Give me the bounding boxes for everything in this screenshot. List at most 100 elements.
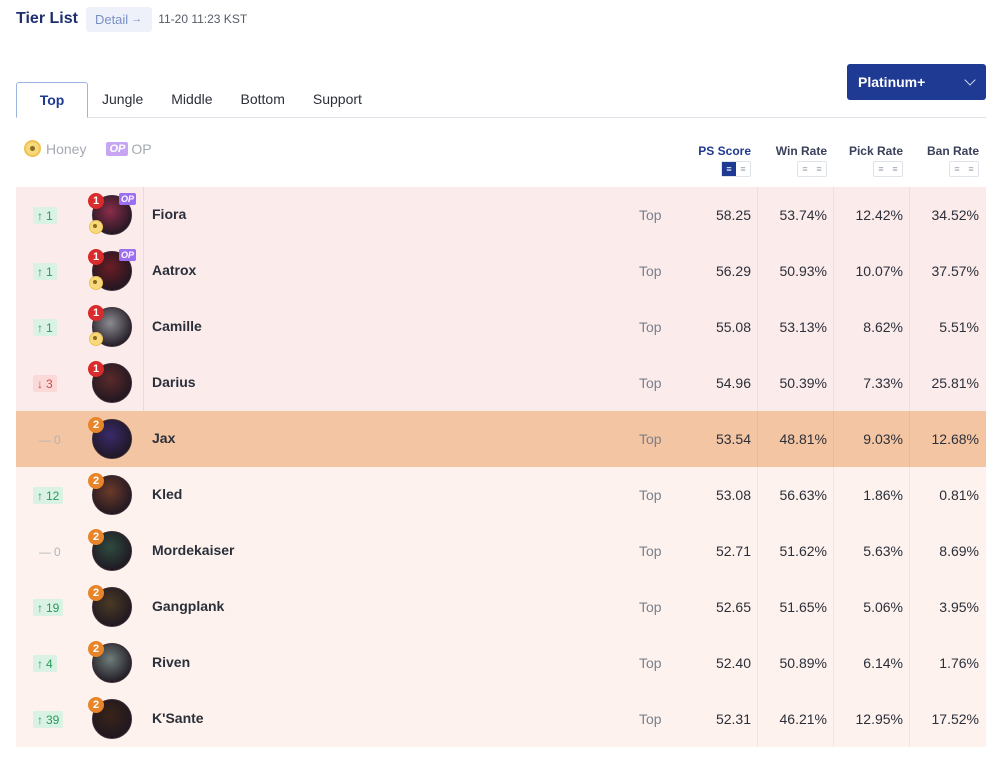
- pick-rate-value: 8.62%: [863, 319, 903, 335]
- op-badge-icon: OP: [119, 193, 137, 205]
- rank-change-value: 12: [46, 488, 60, 503]
- rank-change-arrow-icon: ↑: [37, 712, 43, 727]
- rank-change-badge: ↓ 3: [33, 375, 57, 392]
- op-badge-icon: OP: [106, 141, 129, 156]
- rank-change-badge: ↑ 1: [33, 263, 57, 280]
- champion-row[interactable]: ↑ 39 2 K'Sante Top 52.31 46.21% 12.95% 17.52%: [16, 691, 986, 747]
- win-rate-value: 46.21%: [779, 711, 827, 727]
- champion-row[interactable]: ↑ 1 1 OP Fiora Top 58.25 53.74% 12.42% 34.52%: [16, 187, 986, 243]
- tab-middle[interactable]: Middle: [157, 82, 226, 117]
- rank-change-badge: ↑ 1: [33, 319, 57, 336]
- champion-name[interactable]: Mordekaiser: [152, 542, 234, 558]
- pick-rate-header[interactable]: Pick Rate ≡ ≡: [845, 144, 903, 177]
- champion-name[interactable]: Kled: [152, 486, 182, 502]
- page-title: Tier List: [16, 10, 78, 27]
- tier-badge: 2: [88, 417, 104, 433]
- champion-name[interactable]: K'Sante: [152, 710, 204, 726]
- pick-rate-value: 5.06%: [863, 599, 903, 615]
- op-legend-label: OP: [131, 140, 152, 157]
- champion-name[interactable]: Camille: [152, 318, 202, 334]
- win-rate-value: 53.13%: [779, 319, 827, 335]
- ps-score-header[interactable]: PS Score ≡ ≡: [696, 144, 751, 177]
- champion-name[interactable]: Fiora: [152, 206, 186, 222]
- rank-change-value: 39: [46, 712, 60, 727]
- rank-change-value: 0: [54, 544, 61, 559]
- detail-label: Detail: [94, 11, 129, 27]
- pick-rate-value: 5.63%: [863, 543, 903, 559]
- champion-row[interactable]: ↓ 3 1 Darius Top 54.96 50.39% 7.33% 25.81%: [16, 355, 986, 411]
- tier-badge: 2: [88, 697, 104, 713]
- rank-change-value: 0: [54, 432, 61, 447]
- pick-rate-value: 1.86%: [863, 487, 903, 503]
- champion-row[interactable]: ↑ 4 2 Riven Top 52.40 50.89% 6.14% 1.76%: [16, 635, 986, 691]
- sort-asc-icon: ≡: [968, 164, 974, 174]
- champion-name[interactable]: Aatrox: [152, 262, 196, 278]
- legend: Honey OP OP: [24, 140, 152, 157]
- win-rate-value: 50.89%: [779, 655, 827, 671]
- champion-role: Top: [639, 375, 662, 391]
- sort-toggle[interactable]: ≡ ≡: [797, 161, 827, 177]
- champion-name[interactable]: Gangplank: [152, 598, 224, 614]
- pick-rate-value: 10.07%: [855, 263, 903, 279]
- ps-score-value: 53.54: [715, 431, 751, 447]
- rank-change-arrow-icon: —: [39, 544, 51, 559]
- ban-rate-header[interactable]: Ban Rate ≡ ≡: [921, 144, 979, 177]
- ps-score-value: 55.08: [715, 319, 751, 335]
- honey-legend-label: Honey: [46, 140, 87, 157]
- rank-change-arrow-icon: ↓: [37, 376, 43, 391]
- champion-role: Top: [639, 207, 662, 223]
- champion-role: Top: [639, 655, 662, 671]
- champion-row[interactable]: ↑ 12 2 Kled Top 53.08 56.63% 1.86% 0.81%: [16, 467, 986, 523]
- update-timestamp: 11-20 11:23 KST: [158, 12, 248, 26]
- champion-name[interactable]: Riven: [152, 654, 190, 670]
- honey-icon: [89, 220, 103, 234]
- arrow-right-icon: →: [131, 13, 143, 25]
- tier-badge: 2: [88, 529, 104, 545]
- rank-change-badge: ↑ 12: [33, 487, 64, 504]
- tab-support[interactable]: Support: [299, 82, 376, 117]
- champion-name[interactable]: Darius: [152, 374, 196, 390]
- ban-rate-value: 34.52%: [931, 207, 979, 223]
- sort-toggle[interactable]: ≡ ≡: [873, 161, 903, 177]
- ban-rate-value: 25.81%: [931, 375, 979, 391]
- ban-rate-value: 0.81%: [939, 487, 979, 503]
- champion-row[interactable]: ↑ 19 2 Gangplank Top 52.65 51.65% 5.06% 3.95%: [16, 579, 986, 635]
- win-rate-value: 48.81%: [779, 431, 827, 447]
- win-rate-label: Win Rate: [775, 144, 827, 158]
- ps-score-value: 52.65: [715, 599, 751, 615]
- ban-rate-value: 12.68%: [931, 431, 979, 447]
- row-divider: [143, 243, 144, 299]
- win-rate-header[interactable]: Win Rate ≡ ≡: [772, 144, 827, 177]
- ps-score-value: 56.29: [715, 263, 751, 279]
- tab-bottom[interactable]: Bottom: [227, 82, 299, 117]
- ban-rate-label: Ban Rate: [926, 144, 979, 158]
- tier-badge: 2: [88, 585, 104, 601]
- honey-icon: [89, 332, 103, 346]
- win-rate-value: 56.63%: [779, 487, 827, 503]
- tier-badge: 2: [88, 641, 104, 657]
- win-rate-value: 50.39%: [779, 375, 827, 391]
- rank-change-arrow-icon: ↑: [37, 656, 43, 671]
- champion-role: Top: [639, 711, 662, 727]
- sort-asc-icon: ≡: [740, 164, 746, 174]
- rank-change-badge: ↑ 39: [33, 711, 64, 728]
- tab-jungle[interactable]: Jungle: [88, 82, 157, 117]
- champion-role: Top: [639, 543, 662, 559]
- row-divider: [143, 355, 144, 411]
- sort-toggle[interactable]: ≡ ≡: [949, 161, 979, 177]
- champion-row[interactable]: —0 2 Mordekaiser Top 52.71 51.62% 5.63% 8.69%: [16, 523, 986, 579]
- champion-row[interactable]: ↑ 1 1 Camille Top 55.08 53.13% 8.62% 5.51%: [16, 299, 986, 355]
- tab-top[interactable]: Top: [16, 82, 88, 118]
- detail-button[interactable]: Detail →: [85, 6, 153, 32]
- sort-toggle[interactable]: ≡ ≡: [721, 161, 751, 177]
- ban-rate-value: 8.69%: [939, 543, 979, 559]
- pick-rate-value: 12.95%: [855, 711, 903, 727]
- champion-name[interactable]: Jax: [152, 430, 175, 446]
- ban-rate-value: 17.52%: [931, 711, 979, 727]
- rank-change-value: 19: [46, 600, 60, 615]
- champion-role: Top: [639, 599, 662, 615]
- champion-role: Top: [639, 487, 662, 503]
- champion-row[interactable]: ↑ 1 1 OP Aatrox Top 56.29 50.93% 10.07% 37.57%: [16, 243, 986, 299]
- rank-change-value: 1: [46, 208, 53, 223]
- champion-row[interactable]: —0 2 Jax Top 53.54 48.81% 9.03% 12.68%: [16, 411, 986, 467]
